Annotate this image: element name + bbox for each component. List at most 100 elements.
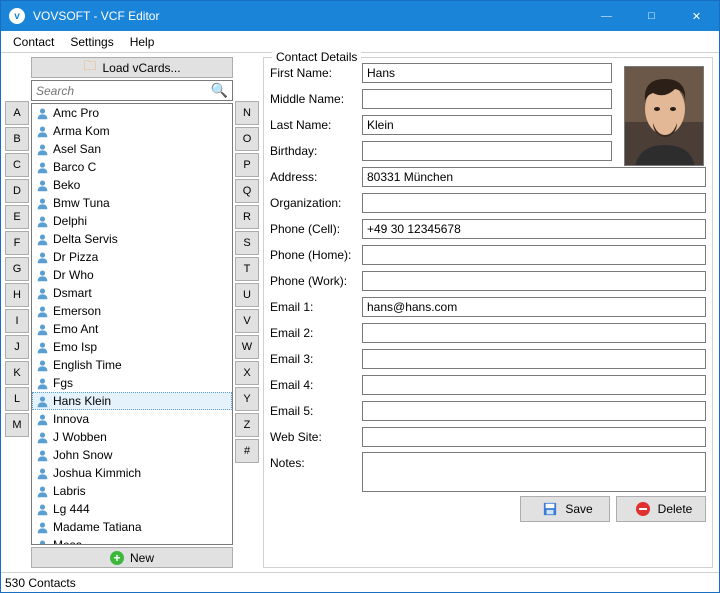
label-email5: Email 5: [270,404,358,418]
input-last-name[interactable] [362,115,612,135]
list-item[interactable]: Emo Ant [32,320,232,338]
person-icon [36,449,49,462]
list-item[interactable]: Mesa [32,536,232,545]
label-birthday: Birthday: [270,144,358,158]
load-vcards-button[interactable]: 🗀 Load vCards... [31,57,233,78]
list-item[interactable]: Dsmart [32,284,232,302]
alpha-btn-a[interactable]: A [5,101,29,125]
alpha-btn-z[interactable]: Z [235,413,259,437]
list-item[interactable]: Barco C [32,158,232,176]
input-website[interactable] [362,427,706,447]
label-email2: Email 2: [270,326,358,340]
person-icon [36,161,49,174]
alpha-btn-x[interactable]: X [235,361,259,385]
input-phone-work[interactable] [362,271,706,291]
list-item-label: Beko [53,178,80,192]
input-first-name[interactable] [362,63,612,83]
alpha-btn-t[interactable]: T [235,257,259,281]
alpha-btn-n[interactable]: N [235,101,259,125]
menu-contact[interactable]: Contact [5,33,62,51]
input-address[interactable] [362,167,706,187]
delete-button[interactable]: Delete [616,496,706,522]
alpha-btn-d[interactable]: D [5,179,29,203]
list-item[interactable]: English Time [32,356,232,374]
list-item[interactable]: Fgs [32,374,232,392]
search-icon[interactable]: 🔍 [207,82,232,99]
input-middle-name[interactable] [362,89,612,109]
list-item[interactable]: Emo Isp [32,338,232,356]
input-email5[interactable] [362,401,706,421]
new-button-label: New [130,551,154,565]
contact-list[interactable]: Amc Pro Arma Kom Asel SanBarco C Beko Bmw Tu… [31,103,233,545]
titlebar: v VOVSOFT - VCF Editor — □ ✕ [1,1,719,31]
alpha-btn-c[interactable]: C [5,153,29,177]
input-phone-cell[interactable] [362,219,706,239]
list-item[interactable]: Joshua Kimmich [32,464,232,482]
input-organization[interactable] [362,193,706,213]
list-item[interactable]: Delta Servis [32,230,232,248]
list-item[interactable]: Hans Klein [32,392,232,410]
input-email2[interactable] [362,323,706,343]
list-item[interactable]: Delphi [32,212,232,230]
alpha-btn-e[interactable]: E [5,205,29,229]
alpha-btn-#[interactable]: # [235,439,259,463]
person-icon [36,323,49,336]
alpha-btn-v[interactable]: V [235,309,259,333]
list-item[interactable]: John Snow [32,446,232,464]
delete-label: Delete [658,502,693,516]
list-item[interactable]: Innova [32,410,232,428]
alpha-btn-g[interactable]: G [5,257,29,281]
list-item[interactable]: Dr Who [32,266,232,284]
input-email1[interactable] [362,297,706,317]
list-item[interactable]: Madame Tatiana [32,518,232,536]
alpha-btn-h[interactable]: H [5,283,29,307]
input-email4[interactable] [362,375,706,395]
search-input[interactable] [32,84,207,98]
alpha-btn-l[interactable]: L [5,387,29,411]
alpha-btn-j[interactable]: J [5,335,29,359]
alpha-btn-i[interactable]: I [5,309,29,333]
alpha-btn-y[interactable]: Y [235,387,259,411]
alpha-btn-m[interactable]: M [5,413,29,437]
input-email3[interactable] [362,349,706,369]
list-item-label: Arma Kom [53,124,110,138]
input-notes[interactable] [362,452,706,492]
alpha-btn-q[interactable]: Q [235,179,259,203]
alpha-btn-u[interactable]: U [235,283,259,307]
maximize-button[interactable]: □ [629,1,674,31]
list-item[interactable]: Emerson [32,302,232,320]
list-item[interactable]: J Wobben [32,428,232,446]
alpha-btn-p[interactable]: P [235,153,259,177]
action-row: Save Delete [270,496,706,522]
list-item[interactable]: Arma Kom [32,122,232,140]
list-item[interactable]: Asel San [32,140,232,158]
menu-settings[interactable]: Settings [62,33,121,51]
contact-photo[interactable] [624,66,704,166]
new-button[interactable]: + New [31,547,233,568]
label-notes: Notes: [270,452,358,470]
person-icon [36,215,49,228]
list-item[interactable]: Lg 444 [32,500,232,518]
save-button[interactable]: Save [520,496,610,522]
input-birthday[interactable] [362,141,612,161]
list-item[interactable]: Beko [32,176,232,194]
alpha-btn-w[interactable]: W [235,335,259,359]
alpha-btn-r[interactable]: R [235,205,259,229]
alpha-btn-o[interactable]: O [235,127,259,151]
close-button[interactable]: ✕ [674,1,719,31]
alpha-btn-s[interactable]: S [235,231,259,255]
save-icon [543,502,557,516]
alpha-btn-k[interactable]: K [5,361,29,385]
alpha-btn-b[interactable]: B [5,127,29,151]
list-item[interactable]: Labris [32,482,232,500]
input-phone-home[interactable] [362,245,706,265]
list-item[interactable]: Amc Pro [32,104,232,122]
menu-help[interactable]: Help [122,33,163,51]
alpha-index-left: ABCDEFGHIJKLM [5,57,29,568]
person-icon [36,413,49,426]
alpha-btn-f[interactable]: F [5,231,29,255]
minimize-button[interactable]: — [584,1,629,31]
list-item[interactable]: Bmw Tuna [32,194,232,212]
list-item-label: Fgs [53,376,73,390]
list-item[interactable]: Dr Pizza [32,248,232,266]
